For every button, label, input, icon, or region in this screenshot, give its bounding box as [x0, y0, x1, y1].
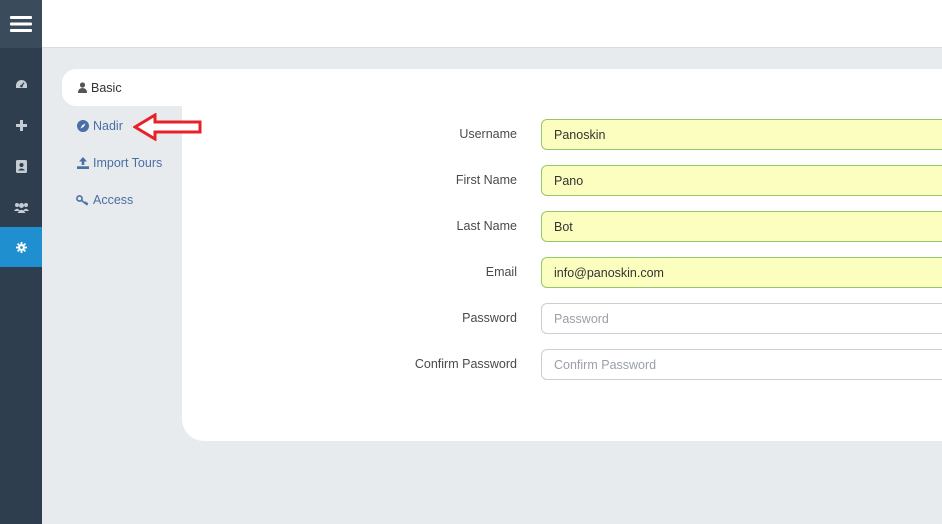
gear-icon — [15, 241, 27, 253]
tab-nadir[interactable]: Nadir — [76, 116, 123, 136]
dashboard-icon — [15, 79, 27, 88]
plus-icon — [15, 119, 27, 131]
tab-access-label: Access — [93, 193, 134, 207]
tab-nadir-label: Nadir — [93, 119, 123, 133]
email-label: Email — [485, 265, 517, 279]
key-icon — [76, 194, 89, 206]
password-input[interactable] — [541, 303, 942, 334]
username-input[interactable] — [541, 119, 942, 150]
upload-icon — [76, 157, 89, 169]
users-icon — [13, 202, 29, 213]
sidebar-item-contacts[interactable] — [0, 146, 42, 186]
first-name-input[interactable] — [541, 165, 942, 196]
annotation-arrow-icon — [133, 113, 202, 141]
last-name-label: Last Name — [456, 219, 517, 233]
left-sidebar — [0, 0, 42, 524]
hamburger-icon — [10, 16, 32, 32]
address-book-icon — [15, 159, 27, 173]
app-window: Basic Nadir Import Tours Access Username… — [0, 0, 942, 524]
top-bar — [42, 0, 942, 48]
last-name-input[interactable] — [541, 211, 942, 242]
sidebar-item-add[interactable] — [0, 105, 42, 145]
tab-basic[interactable]: Basic — [62, 69, 192, 106]
compass-icon — [76, 120, 89, 132]
first-name-label: First Name — [455, 173, 517, 187]
sidebar-item-dashboard[interactable] — [0, 64, 42, 104]
menu-toggle-button[interactable] — [0, 0, 42, 48]
tab-import-tours[interactable]: Import Tours — [76, 153, 162, 173]
sidebar-item-users[interactable] — [0, 187, 42, 227]
confirm-password-input[interactable] — [541, 349, 942, 380]
tab-basic-label: Basic — [91, 80, 122, 95]
tab-access[interactable]: Access — [76, 190, 133, 210]
confirm-password-label: Confirm Password — [414, 357, 517, 371]
email-input[interactable] — [541, 257, 942, 288]
user-icon — [78, 82, 87, 93]
password-label: Password — [462, 311, 517, 325]
tab-import-tours-label: Import Tours — [93, 156, 163, 170]
username-label: Username — [459, 127, 517, 141]
sidebar-item-settings[interactable] — [0, 227, 42, 267]
